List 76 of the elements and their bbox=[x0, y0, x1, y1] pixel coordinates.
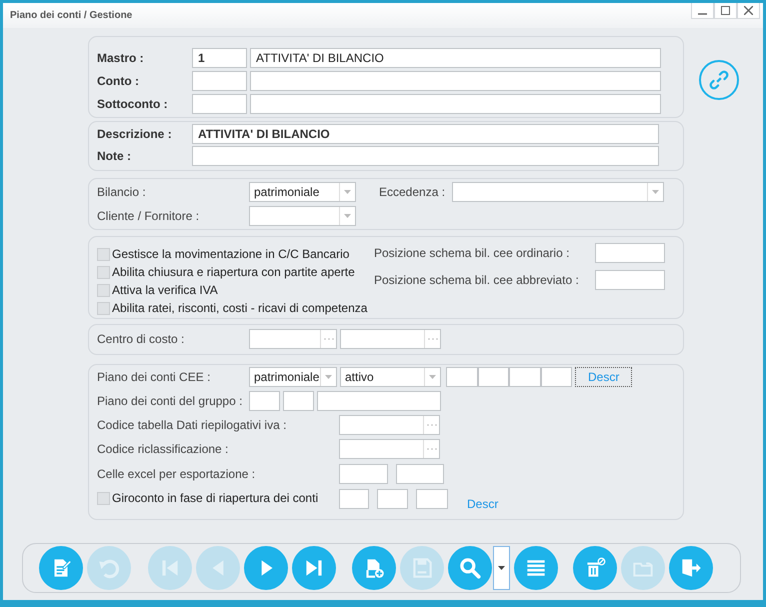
field-label: Posizione schema bil. cee ordinario : bbox=[374, 246, 570, 260]
last-button[interactable] bbox=[292, 546, 336, 590]
checkbox-label: Abilita chiusura e riapertura con partite aperte bbox=[112, 265, 355, 279]
text-field[interactable]: ATTIVITA' DI BILANCIO bbox=[192, 124, 659, 144]
search-button[interactable] bbox=[448, 546, 492, 590]
text-field[interactable] bbox=[317, 391, 441, 411]
caret-icon bbox=[325, 375, 332, 379]
name-field[interactable] bbox=[250, 71, 661, 91]
caret-icon bbox=[344, 214, 351, 218]
window-title: Piano dei conti / Gestione bbox=[10, 10, 132, 21]
exit-button[interactable] bbox=[669, 546, 713, 590]
field-label: Piano dei conti del gruppo : bbox=[97, 394, 242, 408]
text-field[interactable] bbox=[339, 489, 369, 509]
field-label: Centro di costo : bbox=[97, 332, 184, 346]
maximize-button[interactable] bbox=[714, 3, 737, 19]
text-field[interactable] bbox=[396, 464, 444, 484]
checkbox-label: Attiva la verifica IVA bbox=[112, 283, 218, 297]
caret-icon bbox=[652, 190, 659, 194]
name-field[interactable]: ATTIVITA' DI BILANCIO bbox=[250, 48, 661, 68]
field-label: Bilancio : bbox=[97, 185, 146, 199]
new-button[interactable] bbox=[352, 546, 396, 590]
checkbox-label: Abilita ratei, risconti, costi - ricavi di competenza bbox=[112, 301, 368, 315]
code-field[interactable] bbox=[249, 391, 280, 411]
next-button[interactable] bbox=[244, 546, 288, 590]
field-label: Sottoconto : bbox=[97, 97, 168, 111]
field-label: Codice riclassificazione : bbox=[97, 442, 228, 456]
field-label: Note : bbox=[97, 149, 131, 163]
code-field[interactable] bbox=[509, 367, 541, 387]
code-field[interactable] bbox=[283, 391, 314, 411]
link-button[interactable] bbox=[699, 60, 739, 100]
edit-button[interactable] bbox=[39, 546, 83, 590]
field-label: Cliente / Fornitore : bbox=[97, 209, 200, 223]
chain-link-icon bbox=[708, 69, 730, 91]
dropdown-button[interactable] bbox=[493, 546, 510, 590]
text-field[interactable] bbox=[377, 489, 408, 509]
caret-icon bbox=[344, 190, 351, 194]
field-label: Codice tabella Dati riepilogativi iva : bbox=[97, 418, 286, 432]
field-label: Eccedenza : bbox=[379, 185, 446, 199]
field-label: Mastro : bbox=[97, 51, 144, 65]
delete-button[interactable] bbox=[573, 546, 617, 590]
field-label: Piano dei conti CEE : bbox=[97, 370, 210, 384]
dropdown-field[interactable]: patrimoniale bbox=[249, 367, 337, 387]
lookup-field[interactable] bbox=[249, 329, 337, 349]
list-button[interactable] bbox=[514, 546, 558, 590]
text-field[interactable] bbox=[595, 243, 665, 263]
close-icon bbox=[744, 6, 753, 15]
close-button[interactable] bbox=[737, 3, 760, 19]
code-field[interactable]: 1 bbox=[192, 48, 247, 68]
text-field[interactable] bbox=[416, 489, 448, 509]
lookup-field[interactable] bbox=[340, 329, 441, 349]
field-label: Conto : bbox=[97, 74, 139, 88]
code-field[interactable] bbox=[478, 367, 509, 387]
lookup-field[interactable] bbox=[339, 415, 440, 435]
name-field[interactable] bbox=[250, 94, 661, 114]
caret-icon bbox=[429, 375, 436, 379]
checkbox-label: Gestisce la movimentazione in C/C Bancario bbox=[112, 247, 350, 261]
dropdown-field[interactable] bbox=[249, 206, 356, 226]
field-label: Descrizione : bbox=[97, 127, 172, 141]
checkbox-label: Giroconto in fase di riapertura dei conti bbox=[112, 491, 318, 505]
code-field[interactable] bbox=[541, 367, 572, 387]
dropdown-field[interactable] bbox=[452, 182, 664, 202]
dropdown-field[interactable]: attivo bbox=[340, 367, 441, 387]
maximize-icon bbox=[721, 6, 730, 15]
lookup-field[interactable] bbox=[339, 439, 440, 459]
code-field[interactable] bbox=[446, 367, 478, 387]
code-field[interactable] bbox=[192, 94, 247, 114]
text-field[interactable] bbox=[339, 464, 388, 484]
dropdown-field[interactable]: patrimoniale bbox=[249, 182, 356, 202]
text-field[interactable] bbox=[192, 146, 659, 166]
caret-icon bbox=[498, 566, 505, 570]
code-field[interactable] bbox=[192, 71, 247, 91]
minimize-icon bbox=[698, 13, 707, 15]
text-field[interactable] bbox=[595, 270, 665, 290]
field-label: Posizione schema bil. cee abbreviato : bbox=[374, 273, 579, 287]
minimize-button[interactable] bbox=[691, 3, 714, 19]
field-label: Celle excel per esportazione : bbox=[97, 467, 256, 481]
